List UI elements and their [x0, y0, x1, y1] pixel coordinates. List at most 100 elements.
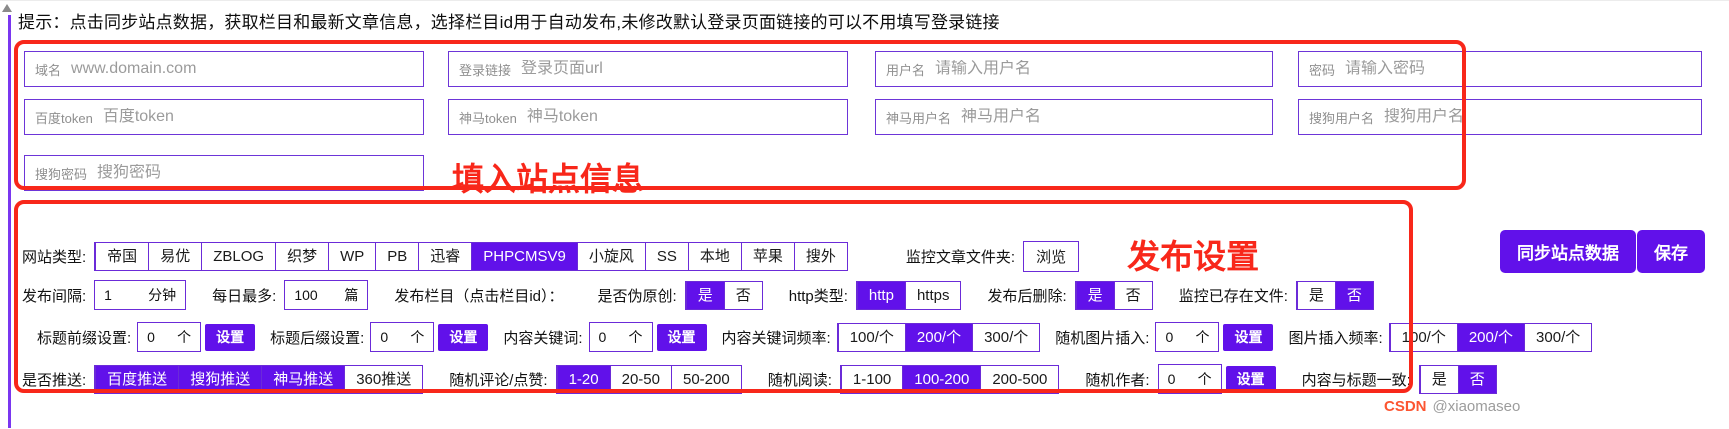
domain-field[interactable]: 域名 [24, 51, 424, 87]
sync-site-data-button[interactable]: 同步站点数据 [1500, 230, 1636, 273]
title-match-label: 内容与标题一致: [1302, 369, 1411, 390]
content-keyword-input[interactable]: 0 个 [589, 322, 653, 352]
domain-field-label: 域名 [35, 60, 61, 79]
content-keyword-set-button[interactable]: 设置 [657, 324, 707, 351]
title-match-option[interactable]: 否 [1458, 366, 1496, 393]
title-prefix-set-button[interactable]: 设置 [205, 324, 255, 351]
domain-input[interactable] [71, 60, 413, 78]
password-input[interactable] [1345, 60, 1691, 78]
site-type-option[interactable]: ZBLOG [201, 243, 275, 270]
page-tip: 提示：点击同步站点数据，获取栏目和最新文章信息，选择栏目id用于自动发布,未修改… [18, 8, 1000, 33]
content-keyword-value: 0 [599, 329, 607, 345]
keyword-freq-option[interactable]: 200/个 [905, 324, 972, 351]
interval-input[interactable]: 1 分钟 [94, 280, 186, 310]
sogou-password-field[interactable]: 搜狗密码 [24, 155, 424, 191]
shenma-token-input[interactable] [527, 108, 837, 126]
keyword-freq-option[interactable]: 100/个 [838, 324, 905, 351]
sogou-password-input[interactable] [97, 164, 413, 182]
sogou-user-input[interactable] [1384, 108, 1691, 126]
shenma-token-field[interactable]: 神马token [448, 99, 848, 135]
content-keyword-label: 内容关键词: [503, 327, 582, 348]
password-field[interactable]: 密码 [1298, 51, 1702, 87]
publish-column-label: 发布栏目（点击栏目id）： [394, 285, 563, 306]
daily-max-input[interactable]: 100 篇 [284, 280, 368, 310]
image-freq-option[interactable]: 200/个 [1457, 324, 1524, 351]
random-comment-option[interactable]: 50-200 [671, 366, 741, 393]
push-option[interactable]: 360推送 [344, 366, 422, 393]
watermark: CSDN@xiaomaseo [1384, 398, 1520, 415]
random-read-option[interactable]: 200-500 [980, 366, 1058, 393]
site-type-option[interactable]: 搜外 [794, 243, 847, 270]
content-keyword-unit: 个 [629, 327, 643, 347]
random-comment-option[interactable]: 20-50 [610, 366, 671, 393]
pseudo-original-option[interactable]: 否 [724, 282, 762, 309]
shenma-user-input[interactable] [961, 108, 1262, 126]
save-button[interactable]: 保存 [1637, 230, 1705, 273]
shenma-user-field-label: 神马用户名 [886, 108, 951, 127]
random-author-set-button[interactable]: 设置 [1226, 366, 1276, 393]
pseudo-original-group: 是否 [685, 281, 763, 310]
publish-settings-page: 提示：点击同步站点数据，获取栏目和最新文章信息，选择栏目id用于自动发布,未修改… [0, 0, 1729, 429]
delete-after-option[interactable]: 是 [1076, 282, 1114, 309]
random-author-label: 随机作者: [1085, 369, 1149, 390]
baidu-token-input[interactable] [103, 108, 413, 126]
title-suffix-input[interactable]: 0 个 [370, 322, 434, 352]
random-image-input[interactable]: 0 个 [1155, 322, 1219, 352]
site-type-option[interactable]: 易优 [148, 243, 201, 270]
site-type-option[interactable]: SS [645, 243, 688, 270]
keyword-freq-group: 100/个200/个300/个 [837, 323, 1041, 352]
login-url-field[interactable]: 登录链接 [448, 51, 848, 87]
random-image-set-button[interactable]: 设置 [1223, 324, 1273, 351]
site-type-option[interactable]: 迅睿 [418, 243, 471, 270]
interval-label: 发布间隔: [22, 285, 86, 306]
title-match-option[interactable]: 是 [1420, 366, 1458, 393]
scroll-up-icon[interactable] [2, 4, 12, 12]
interval-value: 1 [104, 287, 112, 303]
push-row: 是否推送: 百度推送搜狗推送神马推送360推送 随机评论/点赞: 1-2020-… [22, 364, 1497, 394]
username-input[interactable] [935, 60, 1262, 78]
random-image-label: 随机图片插入: [1055, 327, 1149, 348]
pseudo-original-label: 是否伪原创: [598, 285, 677, 306]
site-type-option[interactable]: 织梦 [275, 243, 328, 270]
site-type-option[interactable]: WP [328, 243, 375, 270]
push-option[interactable]: 神马推送 [261, 366, 344, 393]
password-field-label: 密码 [1309, 60, 1335, 79]
site-type-option[interactable]: PB [375, 243, 418, 270]
push-group: 百度推送搜狗推送神马推送360推送 [94, 365, 423, 394]
title-suffix-set-button[interactable]: 设置 [438, 324, 488, 351]
title-suffix-unit: 个 [410, 327, 424, 347]
monitor-exist-option[interactable]: 否 [1335, 282, 1373, 309]
keyword-freq-option[interactable]: 300/个 [972, 324, 1039, 351]
browse-button[interactable]: 浏览 [1023, 241, 1079, 272]
random-comment-option[interactable]: 1-20 [557, 366, 610, 393]
random-read-label: 随机阅读: [768, 369, 832, 390]
site-type-option[interactable]: 苹果 [741, 243, 794, 270]
site-type-option[interactable]: 小旋风 [577, 243, 645, 270]
push-option[interactable]: 搜狗推送 [178, 366, 261, 393]
baidu-token-field[interactable]: 百度token [24, 99, 424, 135]
site-type-option[interactable]: 本地 [688, 243, 741, 270]
sogou-user-field[interactable]: 搜狗用户名 [1298, 99, 1702, 135]
http-type-option[interactable]: http [857, 282, 905, 309]
title-prefix-input[interactable]: 0 个 [137, 322, 201, 352]
random-read-option[interactable]: 1-100 [841, 366, 902, 393]
monitor-folder-label: 监控文章文件夹: [906, 246, 1015, 267]
push-option[interactable]: 百度推送 [95, 366, 178, 393]
http-type-option[interactable]: https [905, 282, 961, 309]
random-author-input[interactable]: 0 个 [1158, 364, 1222, 394]
pseudo-original-option[interactable]: 是 [686, 282, 724, 309]
random-image-value: 0 [1165, 329, 1173, 345]
title-match-group: 是否 [1419, 365, 1497, 394]
username-field[interactable]: 用户名 [875, 51, 1273, 87]
login-url-input[interactable] [521, 60, 837, 78]
random-comment-label: 随机评论/点赞: [449, 369, 547, 390]
shenma-user-field[interactable]: 神马用户名 [875, 99, 1273, 135]
random-read-option[interactable]: 100-200 [902, 366, 980, 393]
image-freq-option[interactable]: 300/个 [1524, 324, 1591, 351]
image-freq-option[interactable]: 100/个 [1390, 324, 1457, 351]
push-label: 是否推送: [22, 369, 86, 390]
delete-after-option[interactable]: 否 [1114, 282, 1152, 309]
site-type-option[interactable]: PHPCMSV9 [471, 243, 577, 270]
monitor-exist-option[interactable]: 是 [1297, 282, 1335, 309]
site-type-option[interactable]: 帝国 [95, 243, 148, 270]
